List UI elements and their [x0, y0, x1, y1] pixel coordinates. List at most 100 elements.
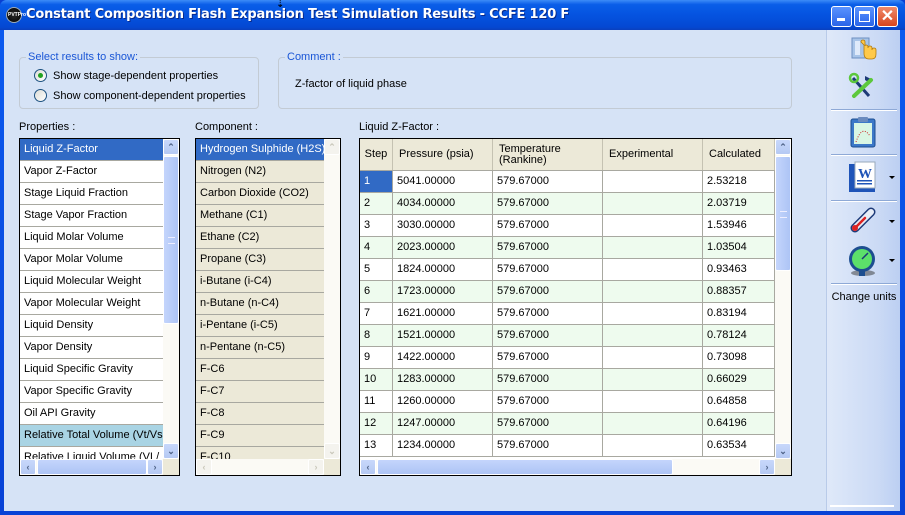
- table-cell[interactable]: [603, 237, 703, 258]
- table-row[interactable]: 1 5041.00000 579.67000 2.53218: [360, 171, 775, 193]
- table-cell[interactable]: 579.67000: [493, 237, 603, 258]
- table-row[interactable]: 3 3030.00000 579.67000 1.53946: [360, 215, 775, 237]
- table-cell[interactable]: 579.67000: [493, 193, 603, 214]
- table-cell[interactable]: 9: [360, 347, 393, 368]
- table-cell[interactable]: 579.67000: [493, 281, 603, 302]
- table-cell[interactable]: 1.53946: [703, 215, 775, 236]
- scroll-right-button[interactable]: ›: [147, 459, 163, 475]
- scroll-left-button[interactable]: ‹: [196, 459, 212, 475]
- radio-component-dependent[interactable]: Show component-dependent properties: [34, 89, 246, 102]
- table-cell[interactable]: 0.78124: [703, 325, 775, 346]
- table-cell[interactable]: 1824.00000: [393, 259, 493, 280]
- property-list-item[interactable]: Liquid Density: [20, 315, 163, 337]
- table-cell[interactable]: 579.67000: [493, 369, 603, 390]
- table-cell[interactable]: 10: [360, 369, 393, 390]
- table-row[interactable]: 9 1422.00000 579.67000 0.73098: [360, 347, 775, 369]
- table-cell[interactable]: 8: [360, 325, 393, 346]
- component-list-item[interactable]: Hydrogen Sulphide (H2S): [196, 139, 324, 161]
- table-cell[interactable]: 1621.00000: [393, 303, 493, 324]
- temperature-units-button[interactable]: [827, 202, 901, 242]
- scrollbar-thumb[interactable]: [37, 459, 147, 475]
- table-cell[interactable]: 5041.00000: [393, 171, 493, 192]
- horizontal-scrollbar[interactable]: ‹ ›: [20, 459, 163, 475]
- table-cell[interactable]: 1: [360, 171, 393, 192]
- table-cell[interactable]: 11: [360, 391, 393, 412]
- table-cell[interactable]: 0.66029: [703, 369, 775, 390]
- table-cell[interactable]: [603, 259, 703, 280]
- component-list-item[interactable]: F-C6: [196, 359, 324, 381]
- table-cell[interactable]: 0.63534: [703, 435, 775, 456]
- property-list-item[interactable]: Vapor Molar Volume: [20, 249, 163, 271]
- scroll-up-button[interactable]: ⌃: [163, 139, 179, 155]
- table-row[interactable]: 8 1521.00000 579.67000 0.78124: [360, 325, 775, 347]
- table-cell[interactable]: [603, 391, 703, 412]
- table-cell[interactable]: 1260.00000: [393, 391, 493, 412]
- table-cell[interactable]: 0.64858: [703, 391, 775, 412]
- scrollbar-thumb[interactable]: [163, 156, 179, 324]
- table-cell[interactable]: [603, 215, 703, 236]
- property-list-item[interactable]: Liquid Z-Factor: [20, 139, 163, 161]
- property-list-item[interactable]: Vapor Density: [20, 337, 163, 359]
- scrollbar-thumb[interactable]: [377, 459, 673, 475]
- table-cell[interactable]: 3030.00000: [393, 215, 493, 236]
- table-cell[interactable]: 579.67000: [493, 259, 603, 280]
- property-list-item[interactable]: Liquid Molar Volume: [20, 227, 163, 249]
- close-button[interactable]: ✕: [877, 6, 898, 27]
- tools-button[interactable]: [827, 68, 901, 108]
- scroll-down-button[interactable]: ⌄: [324, 443, 340, 459]
- component-list[interactable]: Hydrogen Sulphide (H2S) Nitrogen (N2) Carb…: [195, 138, 341, 476]
- table-cell[interactable]: 5: [360, 259, 393, 280]
- table-cell[interactable]: 4034.00000: [393, 193, 493, 214]
- component-list-item[interactable]: Propane (C3): [196, 249, 324, 271]
- select-tool-button[interactable]: [827, 32, 901, 72]
- property-list-item[interactable]: Oil API Gravity: [20, 403, 163, 425]
- table-row[interactable]: 7 1621.00000 579.67000 0.83194: [360, 303, 775, 325]
- table-cell[interactable]: 0.64196: [703, 413, 775, 434]
- radio-stage-dependent[interactable]: Show stage-dependent properties: [34, 69, 218, 82]
- component-list-item[interactable]: Methane (C1): [196, 205, 324, 227]
- scrollbar-thumb[interactable]: [775, 156, 791, 271]
- scroll-left-button[interactable]: ‹: [20, 459, 36, 475]
- table-cell[interactable]: [603, 171, 703, 192]
- table-cell[interactable]: 1234.00000: [393, 435, 493, 456]
- dropdown-arrow-icon[interactable]: [889, 220, 895, 223]
- column-header[interactable]: Step: [360, 139, 393, 170]
- table-row[interactable]: 5 1824.00000 579.67000 0.93463: [360, 259, 775, 281]
- scroll-down-button[interactable]: ⌄: [775, 443, 791, 459]
- component-list-item[interactable]: Ethane (C2): [196, 227, 324, 249]
- properties-list[interactable]: Liquid Z-Factor Vapor Z-Factor Stage Liqui…: [19, 138, 180, 476]
- property-list-item[interactable]: Liquid Specific Gravity: [20, 359, 163, 381]
- table-cell[interactable]: 1521.00000: [393, 325, 493, 346]
- table-row[interactable]: 4 2023.00000 579.67000 1.03504: [360, 237, 775, 259]
- property-list-item[interactable]: Vapor Specific Gravity: [20, 381, 163, 403]
- component-list-item[interactable]: F-C7: [196, 381, 324, 403]
- component-list-item[interactable]: Carbon Dioxide (CO2): [196, 183, 324, 205]
- table-cell[interactable]: 579.67000: [493, 171, 603, 192]
- dropdown-arrow-icon[interactable]: [889, 176, 895, 179]
- property-list-item[interactable]: Liquid Molecular Weight: [20, 271, 163, 293]
- column-header[interactable]: Calculated: [703, 139, 775, 170]
- minimize-button[interactable]: [831, 6, 852, 27]
- scroll-up-button[interactable]: ⌃: [775, 139, 791, 155]
- component-list-item[interactable]: i-Butane (i-C4): [196, 271, 324, 293]
- column-header[interactable]: Pressure (psia): [393, 139, 493, 170]
- property-list-item[interactable]: Vapor Molecular Weight: [20, 293, 163, 315]
- radio-button-checked[interactable]: [34, 69, 47, 82]
- table-cell[interactable]: 579.67000: [493, 413, 603, 434]
- table-row[interactable]: 2 4034.00000 579.67000 2.03719: [360, 193, 775, 215]
- table-cell[interactable]: 1283.00000: [393, 369, 493, 390]
- table-row[interactable]: 6 1723.00000 579.67000 0.88357: [360, 281, 775, 303]
- table-cell[interactable]: 579.67000: [493, 303, 603, 324]
- component-list-item[interactable]: F-C8: [196, 403, 324, 425]
- table-cell[interactable]: 7: [360, 303, 393, 324]
- table-cell[interactable]: 0.93463: [703, 259, 775, 280]
- property-list-item[interactable]: Vapor Z-Factor: [20, 161, 163, 183]
- table-cell[interactable]: [603, 303, 703, 324]
- property-list-item[interactable]: Stage Liquid Fraction: [20, 183, 163, 205]
- table-cell[interactable]: 2.53218: [703, 171, 775, 192]
- table-cell[interactable]: 579.67000: [493, 347, 603, 368]
- title-bar[interactable]: PVTPro Constant Composition Flash Expans…: [0, 0, 905, 30]
- table-cell[interactable]: 2023.00000: [393, 237, 493, 258]
- table-cell[interactable]: [603, 193, 703, 214]
- pressure-units-button[interactable]: [827, 241, 901, 281]
